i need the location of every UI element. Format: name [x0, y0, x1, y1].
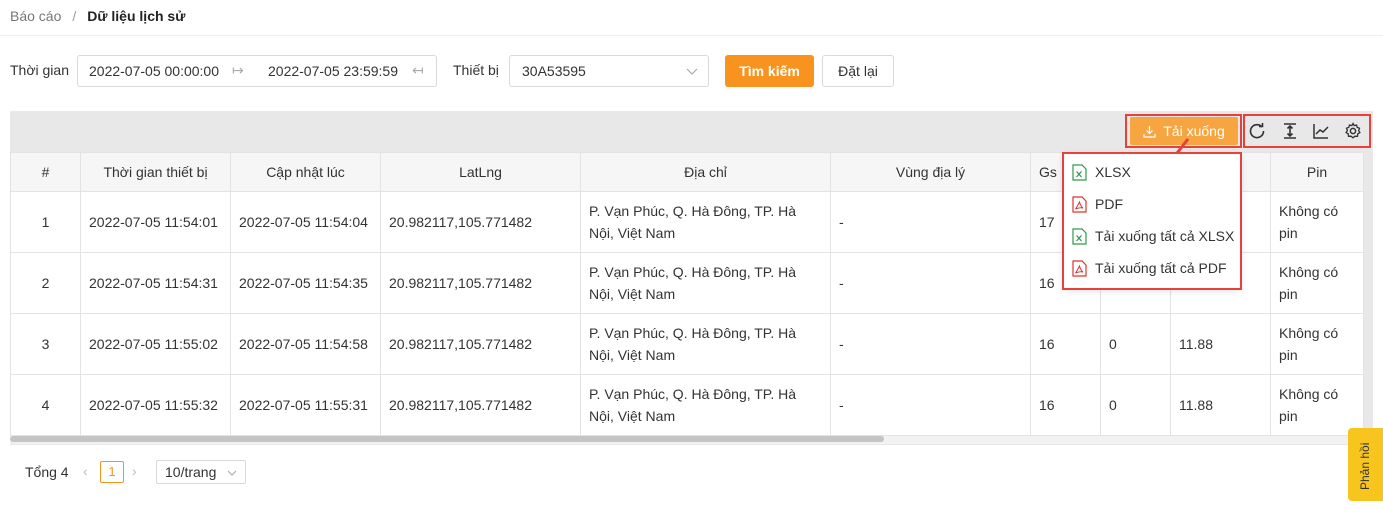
chevron-down-icon: [227, 470, 237, 476]
cell-index: 2: [10, 252, 81, 314]
end-date-input[interactable]: 2022-07-05 23:59:59: [268, 63, 398, 79]
cell-latlng: 20.982117,105.771482: [380, 374, 581, 436]
divider: [0, 35, 1383, 36]
page-title: Dữ liệu lịch sử: [87, 8, 186, 24]
time-label: Thời gian: [10, 62, 69, 78]
cell-index: 4: [10, 374, 81, 436]
cell-address: P. Vạn Phúc, Q. Hà Đông, TP. Hà Nội, Việ…: [580, 374, 831, 436]
page-size-select[interactable]: 10/trang: [156, 460, 246, 484]
cell-latlng: 20.982117,105.771482: [380, 313, 581, 375]
cell-region: -: [830, 374, 1031, 436]
cell-col8: 0: [1100, 313, 1171, 375]
cell-index: 3: [10, 313, 81, 375]
cell-region: -: [830, 313, 1031, 375]
scrollbar-thumb[interactable]: [10, 436, 884, 442]
start-date-input[interactable]: 2022-07-05 00:00:00: [89, 63, 219, 79]
breadcrumb-parent[interactable]: Báo cáo: [10, 8, 61, 24]
cell-address: P. Vạn Phúc, Q. Hà Đông, TP. Hà Nội, Việ…: [580, 313, 831, 375]
highlight-download-menu: [1062, 152, 1242, 290]
feedback-tab[interactable]: Phản hồi: [1348, 428, 1383, 501]
cell-device-time: 2022-07-05 11:54:01: [80, 191, 231, 253]
cell-gs: 16: [1030, 313, 1101, 375]
col-header-index: #: [10, 152, 81, 192]
col-header-region: Vùng địa lý: [830, 152, 1031, 192]
chevron-down-icon: [686, 68, 698, 75]
cell-region: -: [830, 252, 1031, 314]
search-button[interactable]: Tìm kiếm: [725, 55, 814, 87]
cell-volt: 11.88: [1170, 374, 1271, 436]
reset-button[interactable]: Đặt lại: [822, 55, 894, 87]
filter-bar: Thời gian 2022-07-05 00:00:00 ↦ 2022-07-…: [0, 55, 1383, 87]
total-count: Tổng 4: [25, 464, 69, 480]
feedback-label: Phản hồi: [1358, 442, 1372, 490]
cell-updated-at: 2022-07-05 11:54:58: [230, 313, 381, 375]
table-row: 3 2022-07-05 11:55:02 2022-07-05 11:54:5…: [10, 313, 1364, 375]
device-select-value: 30A53595: [522, 63, 586, 79]
page-size-value: 10/trang: [165, 464, 217, 480]
breadcrumb: Báo cáo / Dữ liệu lịch sử: [10, 6, 185, 26]
cell-index: 1: [10, 191, 81, 253]
cell-device-time: 2022-07-05 11:54:31: [80, 252, 231, 314]
col-header-device-time: Thời gian thiết bị: [80, 152, 231, 192]
col-header-latlng: LatLng: [380, 152, 581, 192]
range-arrow-icon: ↦: [232, 62, 244, 78]
cell-address: P. Vạn Phúc, Q. Hà Đông, TP. Hà Nội, Việ…: [580, 252, 831, 314]
cell-battery: Không có pin: [1270, 191, 1364, 253]
device-select[interactable]: 30A53595: [509, 55, 709, 87]
cell-latlng: 20.982117,105.771482: [380, 252, 581, 314]
cell-address: P. Vạn Phúc, Q. Hà Đông, TP. Hà Nội, Việ…: [580, 191, 831, 253]
col-header-address: Địa chỉ: [580, 152, 831, 192]
cell-battery: Không có pin: [1270, 313, 1364, 375]
cell-col8: 0: [1100, 374, 1171, 436]
cell-device-time: 2022-07-05 11:55:32: [80, 374, 231, 436]
prev-page-icon[interactable]: ‹: [83, 463, 88, 479]
cell-gs: 16: [1030, 374, 1101, 436]
col-header-updated-at: Cập nhật lúc: [230, 152, 381, 192]
col-header-battery: Pin: [1270, 152, 1364, 192]
cell-updated-at: 2022-07-05 11:54:35: [230, 252, 381, 314]
cell-latlng: 20.982117,105.771482: [380, 191, 581, 253]
cell-updated-at: 2022-07-05 11:54:04: [230, 191, 381, 253]
device-label: Thiết bị: [453, 62, 499, 78]
cell-region: -: [830, 191, 1031, 253]
cell-battery: Không có pin: [1270, 252, 1364, 314]
cell-battery: Không có pin: [1270, 374, 1364, 436]
pagination: Tổng 4 ‹ 1 › 10/trang: [0, 460, 400, 484]
page-number-current[interactable]: 1: [100, 461, 124, 483]
date-range-picker[interactable]: 2022-07-05 00:00:00 ↦ 2022-07-05 23:59:5…: [77, 55, 437, 87]
cell-device-time: 2022-07-05 11:55:02: [80, 313, 231, 375]
breadcrumb-separator: /: [72, 8, 77, 24]
range-end-icon: ↤: [412, 62, 424, 78]
cell-updated-at: 2022-07-05 11:55:31: [230, 374, 381, 436]
table-row: 4 2022-07-05 11:55:32 2022-07-05 11:55:3…: [10, 374, 1364, 436]
cell-volt: 11.88: [1170, 313, 1271, 375]
highlight-toolbar-icons: [1243, 114, 1371, 148]
next-page-icon[interactable]: ›: [132, 463, 137, 479]
